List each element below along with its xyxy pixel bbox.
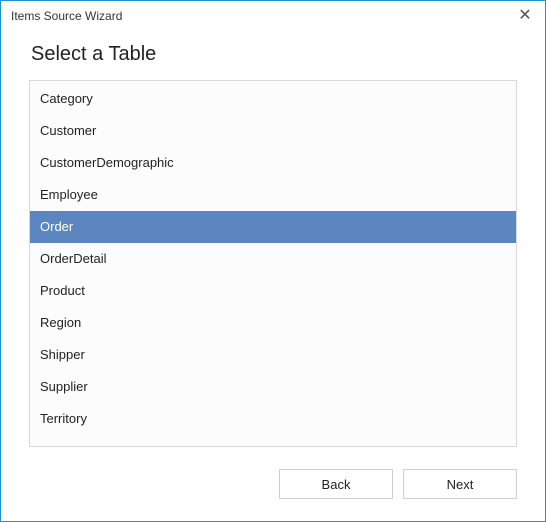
list-item[interactable]: Territory bbox=[30, 403, 516, 435]
list-item[interactable]: Order bbox=[30, 211, 516, 243]
next-button[interactable]: Next bbox=[403, 469, 517, 499]
button-bar: Back Next bbox=[1, 447, 545, 521]
wizard-window: Items Source Wizard ✕ Select a Table Cat… bbox=[0, 0, 546, 522]
list-item[interactable]: Product bbox=[30, 275, 516, 307]
content-area: Select a Table CategoryCustomerCustomerD… bbox=[1, 31, 545, 447]
page-heading: Select a Table bbox=[31, 43, 517, 66]
list-item[interactable]: CustomerDemographic bbox=[30, 147, 516, 179]
titlebar: Items Source Wizard ✕ bbox=[1, 1, 545, 31]
close-icon[interactable]: ✕ bbox=[513, 6, 537, 26]
list-item[interactable]: Customer bbox=[30, 115, 516, 147]
list-item[interactable]: Shipper bbox=[30, 339, 516, 371]
list-item[interactable]: Supplier bbox=[30, 371, 516, 403]
window-title: Items Source Wizard bbox=[11, 9, 513, 23]
table-listbox[interactable]: CategoryCustomerCustomerDemographicEmplo… bbox=[29, 80, 517, 447]
list-item[interactable]: Region bbox=[30, 307, 516, 339]
back-button[interactable]: Back bbox=[279, 469, 393, 499]
list-item[interactable]: Category bbox=[30, 83, 516, 115]
list-item[interactable]: Employee bbox=[30, 179, 516, 211]
list-item[interactable]: OrderDetail bbox=[30, 243, 516, 275]
